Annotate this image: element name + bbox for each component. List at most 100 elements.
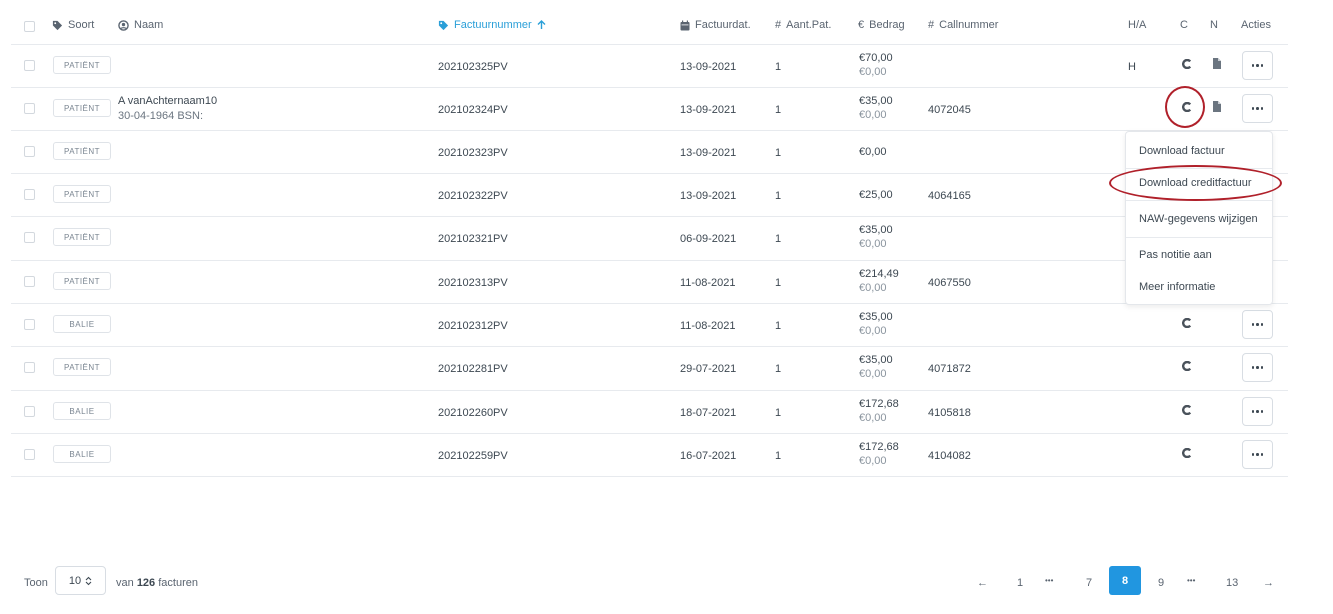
invoice-number: 202102312PV bbox=[438, 320, 508, 332]
row-checkbox[interactable] bbox=[24, 103, 35, 114]
pagination-page-13[interactable]: 13 bbox=[1226, 577, 1238, 589]
row-checkbox[interactable] bbox=[24, 146, 35, 157]
credit-icon[interactable] bbox=[1182, 59, 1192, 69]
invoice-number: 202102325PV bbox=[438, 61, 508, 73]
pagination-page-7[interactable]: 7 bbox=[1086, 577, 1092, 589]
invoice-number: 202102260PV bbox=[438, 407, 508, 419]
total-count-text: van 126 facturen bbox=[116, 577, 198, 589]
credit-icon[interactable] bbox=[1182, 318, 1192, 328]
amount-value: €35,00 bbox=[859, 224, 893, 236]
invoice-date: 18-07-2021 bbox=[680, 407, 737, 419]
note-icon[interactable] bbox=[1213, 58, 1221, 69]
note-icon[interactable] bbox=[1213, 101, 1221, 112]
credit-icon[interactable] bbox=[1182, 102, 1192, 112]
col-header-aantal-label: Aant.Pat. bbox=[786, 19, 832, 31]
pagination-current-page[interactable]: 8 bbox=[1109, 566, 1141, 595]
row-checkbox[interactable] bbox=[24, 449, 35, 460]
actions-button[interactable] bbox=[1242, 310, 1273, 339]
table-row[interactable]: BALIE 202102312PV 11-08-2021 1 €35,00 €0,00 bbox=[11, 303, 1288, 347]
col-header-callnummer[interactable]: # Callnummer bbox=[928, 19, 998, 31]
pagination-ellipsis: ••• bbox=[1187, 576, 1196, 585]
patient-count: 1 bbox=[775, 450, 782, 462]
row-checkbox[interactable] bbox=[24, 362, 35, 373]
amount: €25,00 bbox=[859, 188, 893, 202]
total-facturen-label: facturen bbox=[158, 577, 198, 589]
col-header-soort[interactable]: Soort bbox=[52, 19, 94, 31]
table-row[interactable]: BALIE 202102260PV 18-07-2021 1 €172,68 €0,00 4… bbox=[11, 390, 1288, 434]
col-header-factuurdatum-label: Factuurdat. bbox=[695, 19, 751, 31]
pagination-page-1[interactable]: 1 bbox=[1017, 577, 1023, 589]
page-size-value: 10 bbox=[68, 574, 82, 587]
table-bottom-divider bbox=[11, 476, 1288, 477]
more-icon bbox=[1251, 323, 1264, 326]
table-row[interactable]: PATIËNT A vanAchternaam10 30-04-1964 BSN: 2… bbox=[11, 87, 1288, 131]
col-header-naam[interactable]: Naam bbox=[118, 19, 163, 31]
invoice-date: 29-07-2021 bbox=[680, 363, 737, 375]
col-header-aantal[interactable]: # Aant.Pat. bbox=[775, 19, 831, 31]
col-header-factuurnummer[interactable]: Factuurnummer bbox=[438, 19, 546, 31]
invoice-number: 202102259PV bbox=[438, 450, 508, 462]
table-row[interactable]: PATIËNT 202102313PV 11-08-2021 1 €214,49 €0,0… bbox=[11, 260, 1288, 304]
table-row[interactable]: BALIE 202102259PV 16-07-2021 1 €172,68 €0,00 4… bbox=[11, 433, 1288, 477]
credit-icon[interactable] bbox=[1182, 405, 1192, 415]
col-header-factuurdatum[interactable]: Factuurdat. bbox=[680, 19, 751, 31]
table-row[interactable]: PATIËNT 202102321PV 06-09-2021 1 €35,00 €0,00 bbox=[11, 216, 1288, 260]
menu-divider bbox=[1126, 200, 1272, 201]
col-header-bedrag-label: Bedrag bbox=[869, 19, 905, 31]
actions-button[interactable] bbox=[1242, 353, 1273, 382]
invoice-number: 202102323PV bbox=[438, 147, 508, 159]
amount: €172,68 €0,00 bbox=[859, 397, 899, 425]
select-all-checkbox[interactable] bbox=[24, 21, 35, 32]
col-header-ha[interactable]: H/A bbox=[1128, 19, 1146, 31]
table-row[interactable]: PATIËNT 202102323PV 13-09-2021 1 €0,00 bbox=[11, 130, 1288, 174]
more-icon bbox=[1251, 453, 1264, 456]
amount-paid: €0,00 bbox=[859, 109, 887, 121]
row-checkbox[interactable] bbox=[24, 60, 35, 71]
pagination-page-9[interactable]: 9 bbox=[1158, 577, 1164, 589]
amount: €35,00 €0,00 bbox=[859, 310, 893, 338]
pagination-next-arrow[interactable]: → bbox=[1263, 577, 1274, 589]
table-row[interactable]: PATIËNT 202102325PV 13-09-2021 1 €70,00 €0,00… bbox=[11, 44, 1288, 88]
col-header-n[interactable]: N bbox=[1210, 19, 1218, 31]
table-row[interactable]: PATIËNT 202102281PV 29-07-2021 1 €35,00 €0,00… bbox=[11, 346, 1288, 390]
row-checkbox[interactable] bbox=[24, 406, 35, 417]
menu-item-download-creditfactuur[interactable]: Download creditfactuur bbox=[1139, 177, 1252, 189]
amount-paid: €0,00 bbox=[859, 325, 887, 337]
actions-button[interactable] bbox=[1242, 397, 1273, 426]
table-row[interactable]: PATIËNT 202102322PV 13-09-2021 1 €25,00 40641… bbox=[11, 173, 1288, 217]
amount-paid: €0,00 bbox=[859, 412, 887, 424]
invoice-date: 11-08-2021 bbox=[680, 277, 736, 289]
call-number: 4072045 bbox=[928, 104, 971, 116]
credit-icon[interactable] bbox=[1182, 448, 1192, 458]
call-number: 4104082 bbox=[928, 450, 971, 462]
patient-count: 1 bbox=[775, 407, 782, 419]
menu-divider bbox=[1126, 168, 1272, 169]
actions-button[interactable] bbox=[1242, 440, 1273, 469]
menu-item-meer-informatie[interactable]: Meer informatie bbox=[1139, 281, 1215, 293]
col-header-bedrag[interactable]: € Bedrag bbox=[858, 19, 905, 31]
col-header-naam-label: Naam bbox=[134, 19, 164, 31]
page-size-select[interactable]: 10 bbox=[55, 566, 106, 595]
menu-item-pas-notitie[interactable]: Pas notitie aan bbox=[1139, 249, 1212, 261]
col-header-acties: Acties bbox=[1241, 19, 1271, 31]
patient-count: 1 bbox=[775, 147, 782, 159]
credit-icon[interactable] bbox=[1182, 361, 1192, 371]
row-checkbox[interactable] bbox=[24, 189, 35, 200]
menu-item-naw-wijzigen[interactable]: NAW-gegevens wijzigen bbox=[1139, 213, 1258, 225]
tag-icon bbox=[52, 20, 63, 30]
amount: €35,00 €0,00 bbox=[859, 94, 893, 122]
menu-item-download-factuur[interactable]: Download factuur bbox=[1139, 145, 1225, 157]
row-checkbox[interactable] bbox=[24, 319, 35, 330]
type-badge: PATIËNT bbox=[53, 185, 111, 203]
actions-button[interactable] bbox=[1242, 94, 1273, 123]
invoice-date: 13-09-2021 bbox=[680, 104, 737, 116]
row-checkbox[interactable] bbox=[24, 276, 35, 287]
row-checkbox[interactable] bbox=[24, 232, 35, 243]
amount-value: €35,00 bbox=[859, 311, 893, 323]
actions-button[interactable] bbox=[1242, 51, 1273, 80]
tag-icon bbox=[438, 20, 449, 30]
invoice-number: 202102322PV bbox=[438, 190, 508, 202]
pagination-prev-arrow[interactable]: ← bbox=[977, 577, 988, 589]
col-header-c[interactable]: C bbox=[1180, 19, 1188, 31]
total-van-label: van bbox=[116, 577, 134, 589]
